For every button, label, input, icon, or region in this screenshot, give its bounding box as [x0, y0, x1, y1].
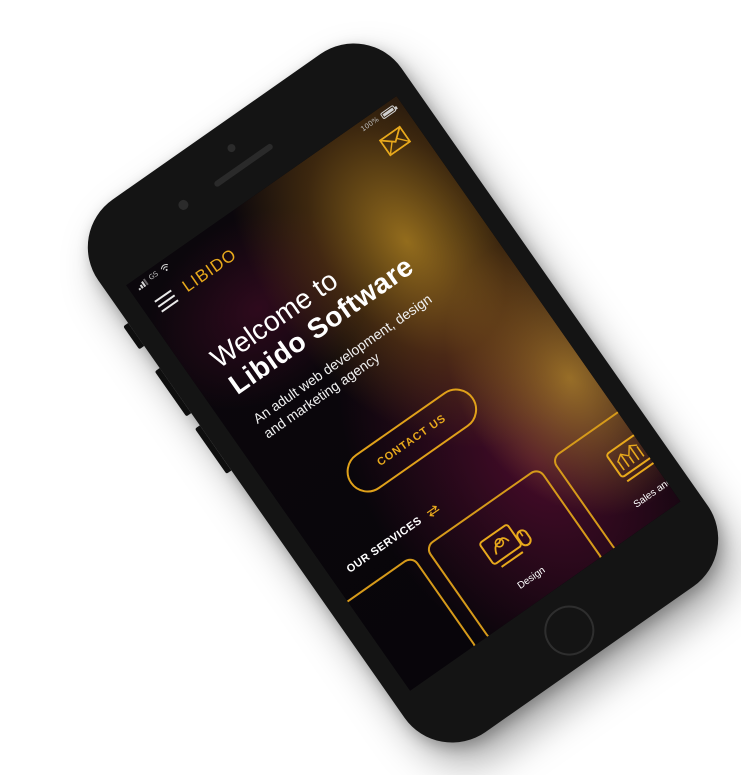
phone-screen: GS 100% LIBIDO Welcome to Libido Softwar…: [126, 96, 681, 691]
battery-fill: [382, 107, 394, 117]
phone-device: GS 100% LIBIDO Welcome to Libido Softwar…: [65, 20, 741, 766]
home-button[interactable]: [534, 595, 605, 666]
stage: GS 100% LIBIDO Welcome to Libido Softwar…: [0, 0, 741, 775]
proximity-sensor-icon: [176, 197, 191, 212]
sales-chart-icon: [605, 433, 659, 482]
mail-icon[interactable]: [378, 125, 412, 157]
hamburger-menu-icon[interactable]: [154, 289, 179, 313]
earpiece-speaker: [213, 142, 274, 188]
front-camera-icon: [225, 142, 238, 154]
service-label-design: Design: [515, 564, 548, 592]
wifi-icon: [160, 264, 168, 271]
signal-icon: [135, 278, 149, 291]
carrier-label: GS: [147, 269, 160, 282]
design-monitor-mouse-icon: [479, 523, 532, 568]
volume-up-button: [154, 368, 192, 417]
volume-down-button: [194, 425, 232, 474]
mute-switch: [123, 322, 145, 350]
